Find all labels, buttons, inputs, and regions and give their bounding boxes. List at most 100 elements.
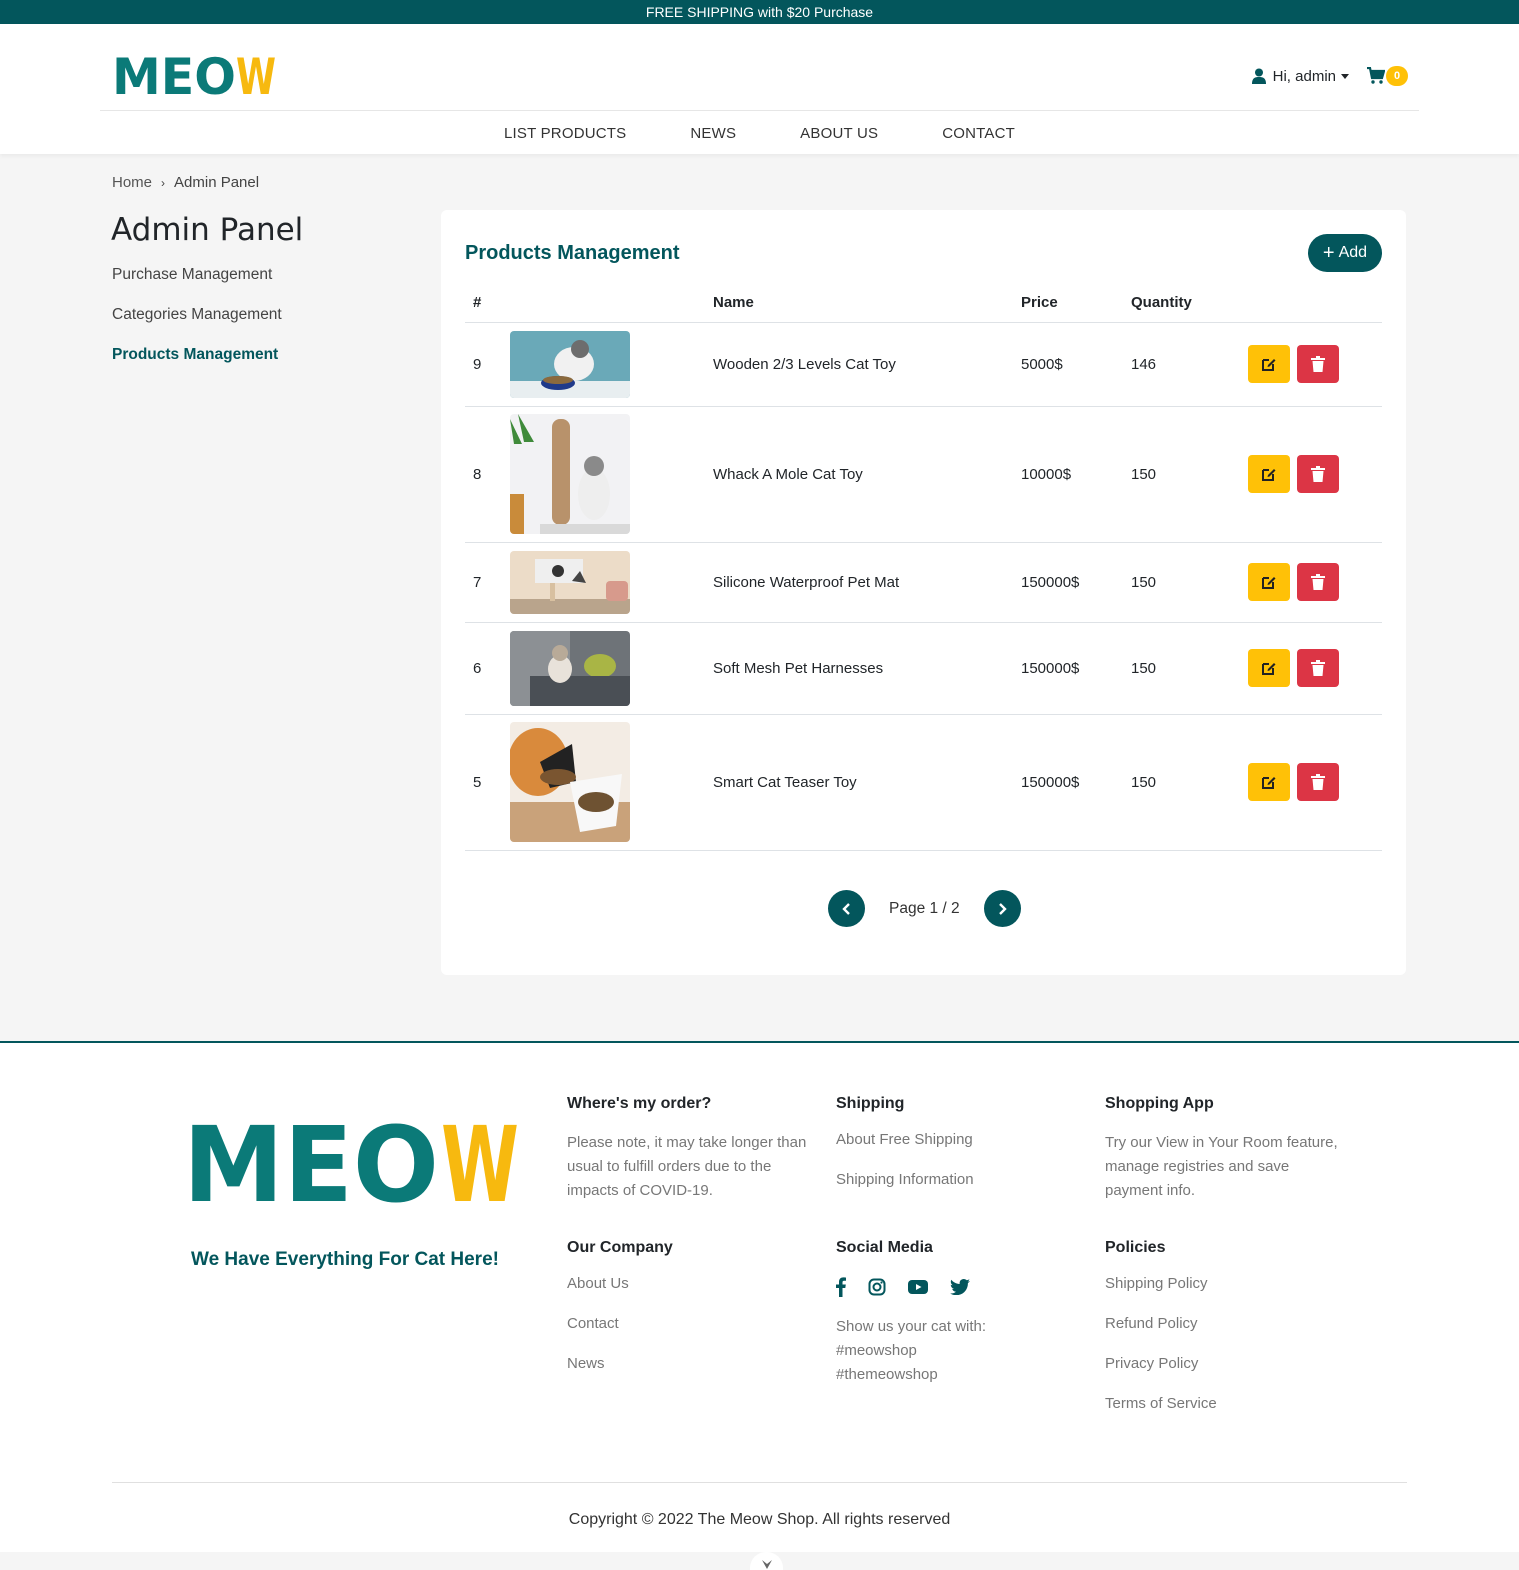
footer-link[interactable]: Shipping Information	[836, 1171, 1081, 1211]
footer-company-column: Our Company About Us Contact News	[567, 1239, 812, 1395]
svg-text:W: W	[441, 1113, 519, 1209]
col-name: Name	[705, 284, 1013, 323]
row-id: 8	[465, 406, 510, 543]
youtube-icon[interactable]	[908, 1280, 928, 1294]
pagination: Page 1 / 2	[828, 890, 1021, 927]
table-row: 6 Soft Mesh Pet Harnesses 150000$ 150	[465, 622, 1382, 715]
instagram-icon[interactable]	[868, 1278, 886, 1296]
edit-button[interactable]	[1248, 649, 1290, 687]
edit-button[interactable]	[1248, 345, 1290, 383]
row-price: 150000$	[1013, 542, 1123, 623]
plus-icon: +	[1322, 242, 1335, 264]
row-price: 5000$	[1013, 322, 1123, 407]
user-menu[interactable]: Hi, admin 0	[1251, 66, 1408, 86]
row-actions	[1240, 714, 1382, 851]
caret-down-icon[interactable]	[1341, 73, 1349, 79]
facebook-icon[interactable]	[836, 1277, 846, 1297]
edit-button[interactable]	[1248, 563, 1290, 601]
col-image	[510, 284, 705, 323]
nav-list-products[interactable]: LIST PRODUCTS	[472, 125, 658, 142]
footer-link[interactable]: Privacy Policy	[1105, 1355, 1350, 1395]
footer-link[interactable]: News	[567, 1355, 812, 1395]
row-name: Smart Cat Teaser Toy	[705, 714, 1013, 851]
twitter-icon[interactable]	[950, 1279, 970, 1295]
username-text[interactable]: admin	[1295, 68, 1336, 85]
footer-social-text: Show us your cat with:	[836, 1318, 987, 1335]
nav-contact[interactable]: CONTACT	[910, 125, 1047, 142]
delete-button[interactable]	[1297, 763, 1340, 801]
page-indicator: Page 1 / 2	[889, 899, 960, 917]
delete-button[interactable]	[1297, 455, 1340, 493]
footer-link[interactable]: About Free Shipping	[836, 1131, 1081, 1171]
header-row: MEO W Hi, admin 0	[100, 24, 1419, 111]
row-actions	[1240, 622, 1382, 715]
footer-heading: Our Company	[567, 1239, 673, 1256]
cart-button[interactable]: 0	[1367, 66, 1408, 86]
nav-news[interactable]: NEWS	[658, 125, 768, 142]
row-image-cell	[510, 406, 705, 543]
edit-button[interactable]	[1248, 763, 1290, 801]
trash-icon	[1311, 466, 1326, 482]
row-quantity: 150	[1123, 406, 1240, 543]
nav-about-us[interactable]: ABOUT US	[768, 125, 910, 142]
row-actions	[1240, 542, 1382, 623]
side-menu-purchase[interactable]: Purchase Management	[112, 266, 282, 306]
breadcrumb-home[interactable]: Home	[112, 174, 152, 191]
footer-link[interactable]: Terms of Service	[1105, 1395, 1350, 1435]
row-id: 6	[465, 622, 510, 715]
svg-text:MEO: MEO	[183, 1113, 439, 1209]
footer-heading: Shipping	[836, 1095, 905, 1112]
social-icons	[836, 1275, 1081, 1299]
footer-policies-column: Policies Shipping Policy Refund Policy P…	[1105, 1239, 1350, 1435]
products-card: Products Management + Add # Name Price Q…	[441, 210, 1406, 975]
svg-text:MEO: MEO	[112, 50, 236, 100]
greeting-text: Hi,	[1272, 67, 1291, 85]
row-image-cell	[510, 542, 705, 623]
footer-hashtag: #themeowshop	[836, 1366, 938, 1383]
side-menu-categories[interactable]: Categories Management	[112, 306, 282, 346]
trash-icon	[1311, 660, 1326, 676]
row-image-cell	[510, 714, 705, 851]
delete-button[interactable]	[1297, 649, 1340, 687]
table-row: 7 Silicone Waterproof Pet Mat 150000$ 15…	[465, 542, 1382, 623]
next-page-button[interactable]	[983, 890, 1021, 927]
row-actions	[1240, 322, 1382, 407]
delete-button[interactable]	[1297, 563, 1340, 601]
row-id: 5	[465, 714, 510, 851]
side-menu-products[interactable]: Products Management	[112, 346, 282, 386]
meow-logo[interactable]: MEO W	[112, 50, 277, 100]
prev-page-button[interactable]	[828, 890, 865, 927]
footer-link[interactable]: Contact	[567, 1315, 812, 1355]
edit-icon	[1262, 777, 1276, 789]
row-quantity: 150	[1123, 542, 1240, 623]
row-name: Soft Mesh Pet Harnesses	[705, 622, 1013, 715]
user-icon	[1251, 68, 1266, 84]
footer-link[interactable]: Refund Policy	[1105, 1315, 1350, 1355]
edit-icon	[1262, 469, 1276, 481]
section-title: Products Management	[465, 242, 680, 264]
cart-count-badge: 0	[1386, 66, 1408, 86]
row-price: 150000$	[1013, 622, 1123, 715]
add-button-label: Add	[1338, 244, 1368, 261]
edit-button[interactable]	[1248, 455, 1290, 493]
row-name: Silicone Waterproof Pet Mat	[705, 542, 1013, 623]
meow-logo-large[interactable]: MEO W	[183, 1113, 520, 1209]
table-row: 9 Wooden 2/3 Levels Cat Toy 5000$ 146	[465, 322, 1382, 407]
row-quantity: 150	[1123, 622, 1240, 715]
footer-link[interactable]: About Us	[567, 1275, 812, 1315]
product-image	[510, 630, 630, 706]
delete-button[interactable]	[1297, 345, 1340, 383]
copyright-text: Copyright © 2022 The Meow Shop. All righ…	[568, 1511, 951, 1528]
svg-text:W: W	[236, 50, 276, 100]
breadcrumb: Home › Admin Panel	[112, 174, 259, 191]
footer-social-column: Social Media Show us your cat with: #meo…	[836, 1239, 1081, 1387]
footer-link[interactable]: Shipping Policy	[1105, 1275, 1350, 1315]
col-actions	[1240, 284, 1382, 323]
add-product-button[interactable]: + Add	[1308, 234, 1382, 272]
products-table: # Name Price Quantity 9 Wooden 2/3 Level…	[465, 284, 1382, 851]
product-image	[510, 722, 630, 842]
site-header: MEO W Hi, admin 0 LIST PRODUCTS NEWS ABO…	[0, 24, 1519, 154]
footer-divider	[112, 1482, 1407, 1483]
footer-tagline: We Have Everything For Cat Here!	[191, 1249, 499, 1270]
page-title: Admin Panel	[111, 212, 304, 248]
